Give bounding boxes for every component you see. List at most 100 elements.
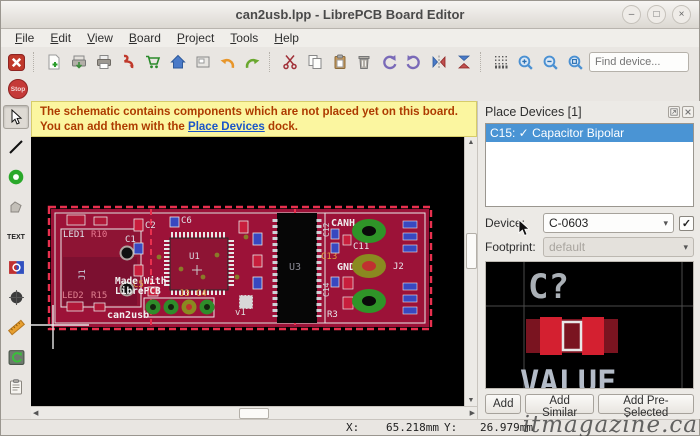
scroll-down-icon[interactable]: ▼ <box>466 395 477 406</box>
grid-icon <box>495 56 508 69</box>
draw-plane-tool-button[interactable] <box>3 255 29 279</box>
vertical-scrollbar[interactable]: ▲ ▼ <box>464 137 477 406</box>
zoom-in-button[interactable] <box>514 50 537 74</box>
delete-button[interactable] <box>353 50 376 74</box>
svg-text:R10: R10 <box>91 230 107 240</box>
clipboard-icon <box>334 54 346 69</box>
home-icon <box>170 54 186 69</box>
measure-tool-button[interactable] <box>3 315 29 339</box>
add-via-tool-button[interactable] <box>3 165 29 189</box>
add-text-tool-button[interactable]: TEXT <box>3 225 29 249</box>
order-pcb-button[interactable] <box>142 50 165 74</box>
zoom-in-icon <box>518 55 534 70</box>
menu-tools[interactable]: Tools <box>222 30 266 46</box>
paste-button[interactable] <box>328 50 351 74</box>
svg-text:LED1: LED1 <box>63 230 85 240</box>
footprint-select: default ▾ <box>543 237 694 257</box>
scroll-left-icon[interactable]: ◀ <box>31 408 40 419</box>
device-select[interactable]: C-0603 ▾ <box>543 213 674 233</box>
flip-vertical-button[interactable] <box>452 50 475 74</box>
board-setup-button[interactable] <box>191 50 214 74</box>
vertical-scrollbar-thumb[interactable] <box>466 233 477 269</box>
rotate-cw-icon <box>406 54 421 69</box>
menu-view[interactable]: View <box>79 30 121 46</box>
cursor-y-value: 26.979mm <box>480 421 533 434</box>
shopping-cart-icon <box>146 55 161 69</box>
via-icon <box>8 169 24 185</box>
svg-text:CANH: CANH <box>331 218 355 229</box>
menu-project[interactable]: Project <box>169 30 222 46</box>
menu-edit[interactable]: Edit <box>42 30 79 46</box>
device-confirm-checkbox[interactable]: ✓ <box>679 215 694 231</box>
svg-text:C11: C11 <box>353 242 369 252</box>
home-button[interactable] <box>167 50 190 74</box>
export-fabrication-button[interactable] <box>67 50 90 74</box>
dock-float-button[interactable] <box>668 106 680 118</box>
stop-sign-icon: Stop <box>8 79 28 99</box>
unplaced-components-list[interactable]: C15: ✓ Capacitor Bipolar <box>485 123 694 207</box>
svg-text:U3: U3 <box>289 262 301 273</box>
menu-file[interactable]: File <box>7 30 42 46</box>
svg-text:J2: J2 <box>393 262 404 272</box>
minimize-button[interactable]: – <box>622 5 641 24</box>
maximize-button[interactable]: □ <box>647 5 666 24</box>
grid-properties-button[interactable] <box>490 50 513 74</box>
dock-close-button[interactable] <box>682 106 694 118</box>
scroll-right-icon[interactable]: ▶ <box>468 408 477 419</box>
find-device-box <box>589 52 689 72</box>
device-label: Device: <box>485 216 526 230</box>
cursor-arrow-icon <box>11 109 23 125</box>
add-similar-button[interactable]: Add Similar <box>525 394 594 419</box>
horizontal-scrollbar-thumb[interactable] <box>239 408 269 419</box>
editor-area: The schematic contains components which … <box>31 101 477 419</box>
menu-board[interactable]: Board <box>121 30 169 46</box>
chevron-down-icon: ▾ <box>683 241 688 252</box>
zoom-out-icon <box>543 55 558 70</box>
close-button[interactable]: × <box>672 5 691 24</box>
export-pdf-button[interactable] <box>117 50 140 74</box>
stop-command-button[interactable]: Stop <box>7 78 29 100</box>
scroll-up-icon[interactable]: ▲ <box>466 137 477 148</box>
design-rule-check-button[interactable] <box>3 345 29 369</box>
place-devices-link[interactable]: Place Devices <box>188 121 265 133</box>
menubar: File Edit View Board Project Tools Help <box>1 29 699 47</box>
find-device-input[interactable] <box>589 52 689 72</box>
list-item-c15[interactable]: C15: ✓ Capacitor Bipolar <box>486 124 693 142</box>
add-preselected-button[interactable]: Add Pre-Selected <box>597 394 694 419</box>
copy-button[interactable] <box>303 50 326 74</box>
undo-icon <box>220 58 235 68</box>
main-toolbar <box>1 47 699 77</box>
draw-polygon-tool-button[interactable] <box>3 195 29 219</box>
print-icon <box>96 55 111 69</box>
add-hole-tool-button[interactable] <box>3 285 29 309</box>
menu-help[interactable]: Help <box>266 30 307 46</box>
print-button[interactable] <box>92 50 115 74</box>
add-button[interactable]: Add <box>485 394 522 414</box>
dock-title: Place Devices [1] <box>485 105 582 119</box>
select-tool-button[interactable] <box>3 105 29 129</box>
footprint-value: default <box>549 240 586 254</box>
pdf-icon <box>124 54 134 69</box>
draw-trace-tool-button[interactable] <box>3 135 29 159</box>
zoom-fit-button[interactable] <box>564 50 587 74</box>
clipboard-list-icon <box>10 379 22 395</box>
board-canvas[interactable]: J1 LED1 R10 LED2 R15 can2usb U1 C2 C6 C1… <box>31 137 464 406</box>
window-icon <box>196 56 210 68</box>
horizontal-scrollbar[interactable]: ◀ ▶ <box>31 406 477 419</box>
polygon-icon <box>10 201 22 213</box>
redo-button[interactable] <box>241 50 264 74</box>
order-board-tool-button[interactable] <box>3 375 29 399</box>
zoom-out-button[interactable] <box>539 50 562 74</box>
svg-text:C14: C14 <box>322 282 331 297</box>
rotate-cw-button[interactable] <box>403 50 426 74</box>
cut-button[interactable] <box>279 50 302 74</box>
svg-text:C?: C? <box>528 267 569 307</box>
abort-command-button[interactable] <box>5 50 28 74</box>
rotate-ccw-button[interactable] <box>378 50 401 74</box>
copy-icon <box>308 55 322 69</box>
mirror-horizontal-button[interactable] <box>427 50 450 74</box>
undo-button[interactable] <box>216 50 239 74</box>
new-file-button[interactable] <box>43 50 66 74</box>
plane-icon <box>8 260 24 274</box>
svg-text:LibrePCB: LibrePCB <box>115 286 161 297</box>
